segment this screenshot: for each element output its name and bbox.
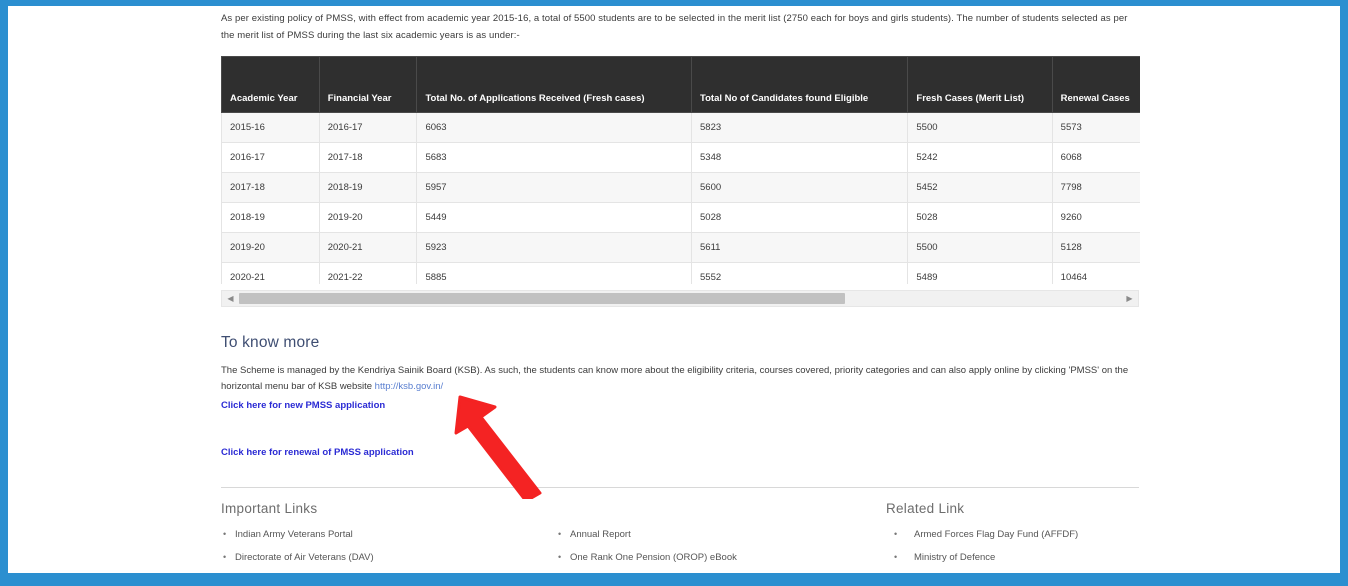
table-cell: 7798 [1051, 172, 1140, 203]
ksb-website-link[interactable]: http://ksb.gov.in/ [375, 381, 443, 392]
intro-paragraph: As per existing policy of PMSS, with eff… [221, 13, 1128, 41]
pmss-table-scroll-container[interactable]: Academic Year Financial Year Total No. o… [221, 56, 1140, 284]
new-application-link-line: Click here for new PMSS application [221, 398, 1140, 413]
table-cell: 2018-19 [221, 202, 320, 233]
table-row: 2019-202020-2159235611550051285185 [221, 232, 1140, 263]
table-row: 2015-162016-1760635823550055735581 [221, 112, 1140, 143]
footer-link-item[interactable]: Indian Army Veterans Portal [221, 528, 551, 541]
table-cell: 5573 [1051, 112, 1140, 143]
footer-column-important-links: Important Links Indian Army Veterans Por… [221, 501, 551, 573]
pmss-statistics-table: Academic Year Financial Year Total No. o… [221, 56, 1140, 284]
table-cell: 2019-20 [221, 232, 320, 263]
table-cell: 5923 [416, 232, 692, 263]
table-cell: 5452 [907, 172, 1053, 203]
footer-column-secondary: Annual Report One Rank One Pension (OROP)… [556, 501, 856, 573]
table-row: 2016-172017-1856835348524260685598 [221, 142, 1140, 173]
table-cell: 2016-17 [221, 142, 320, 173]
section-divider [221, 487, 1139, 488]
table-cell: 5500 [907, 232, 1053, 263]
important-links-heading: Important Links [221, 501, 318, 516]
page-frame: As per existing policy of PMSS, with eff… [8, 6, 1340, 573]
footer-column-related-link: Related Link Armed Forces Flag Day Fund … [886, 501, 1141, 573]
table-head: Academic Year Financial Year Total No. o… [221, 56, 1140, 113]
table-cell: 5449 [416, 202, 692, 233]
table-cell: 2017-18 [318, 142, 418, 173]
know-more-paragraph: The Scheme is managed by the Kendriya Sa… [221, 363, 1140, 395]
table-cell: 5823 [690, 112, 909, 143]
th-applications: Total No. of Applications Received (Fres… [416, 56, 692, 113]
table-body: 2015-162016-17606358235500557355812016-1… [221, 112, 1140, 284]
table-cell: 5600 [690, 172, 909, 203]
th-renewal-cases: Renewal Cases [1051, 56, 1140, 113]
table-row: 2018-192019-2054495028502892607046 [221, 202, 1140, 233]
footer-link-item[interactable]: Annual Report [556, 528, 856, 541]
renewal-pmss-application-link[interactable]: Click here for renewal of PMSS applicati… [221, 447, 414, 458]
table-cell: 9260 [1051, 202, 1140, 233]
table-cell: 2020-21 [318, 232, 418, 263]
table-cell: 5028 [907, 202, 1053, 233]
footer-link-item[interactable]: One Rank One Pension (OROP) eBook [556, 551, 856, 564]
footer-links-area: Important Links Indian Army Veterans Por… [221, 501, 1140, 573]
table-group-header-row: Academic Year Financial Year Total No. o… [221, 56, 1140, 113]
table-horizontal-scrollbar[interactable]: ◀ ▶ [221, 290, 1139, 307]
table-cell: 2020-21 [221, 262, 320, 284]
th-fresh-cases: Fresh Cases (Merit List) [907, 56, 1053, 113]
table-cell: 5552 [690, 262, 909, 284]
important-links-list: Indian Army Veterans Portal Directorate o… [221, 528, 551, 573]
table-row: 2020-212021-22588555525489104648061 [221, 262, 1140, 284]
table-cell: 2016-17 [318, 112, 418, 143]
table-cell: 5489 [907, 262, 1053, 284]
renewal-application-link-line: Click here for renewal of PMSS applicati… [221, 445, 1140, 460]
scrollbar-thumb[interactable] [239, 293, 845, 304]
table-cell: 2015-16 [221, 112, 320, 143]
table-cell: 5028 [690, 202, 909, 233]
th-financial-year: Financial Year [318, 56, 418, 113]
important-links-list-continued: Annual Report One Rank One Pension (OROP)… [556, 528, 856, 573]
related-link-heading: Related Link [886, 501, 965, 516]
table-cell: 2021-22 [318, 262, 418, 284]
table-cell: 5957 [416, 172, 692, 203]
footer-link-item[interactable]: Armed Forces Flag Day Fund (AFFDF) [886, 528, 1141, 541]
scroll-left-arrow-icon[interactable]: ◀ [222, 291, 239, 306]
table-cell: 5885 [416, 262, 692, 284]
table-cell: 5683 [416, 142, 692, 173]
footer-link-item[interactable]: Ministry of Defence [886, 551, 1141, 564]
to-know-more-heading: To know more [221, 334, 320, 351]
related-links-list: Armed Forces Flag Day Fund (AFFDF) Minist… [886, 528, 1141, 573]
new-pmss-application-link[interactable]: Click here for new PMSS application [221, 400, 385, 411]
table-cell: 5348 [690, 142, 909, 173]
page-content: As per existing policy of PMSS, with eff… [213, 6, 1140, 573]
scroll-right-arrow-icon[interactable]: ▶ [1121, 291, 1138, 306]
know-more-text: The Scheme is managed by the Kendriya Sa… [221, 365, 1129, 392]
table-cell: 2019-20 [318, 202, 418, 233]
table-cell: 5128 [1051, 232, 1140, 263]
footer-link-item[interactable]: Directorate of Air Veterans (DAV) [221, 551, 551, 564]
table-row: 2017-182018-1959575600545277986636 [221, 172, 1140, 203]
table-cell: 5500 [907, 112, 1053, 143]
table-cell: 6063 [416, 112, 692, 143]
table-cell: 2017-18 [221, 172, 320, 203]
table-cell: 5242 [907, 142, 1053, 173]
table-cell: 2018-19 [318, 172, 418, 203]
th-eligible: Total No of Candidates found Eligible [690, 56, 909, 113]
table-cell: 5611 [690, 232, 909, 263]
table-cell: 6068 [1051, 142, 1140, 173]
th-academic-year: Academic Year [221, 56, 320, 113]
bottom-blue-bar [0, 573, 1348, 586]
table-cell: 10464 [1051, 262, 1140, 284]
